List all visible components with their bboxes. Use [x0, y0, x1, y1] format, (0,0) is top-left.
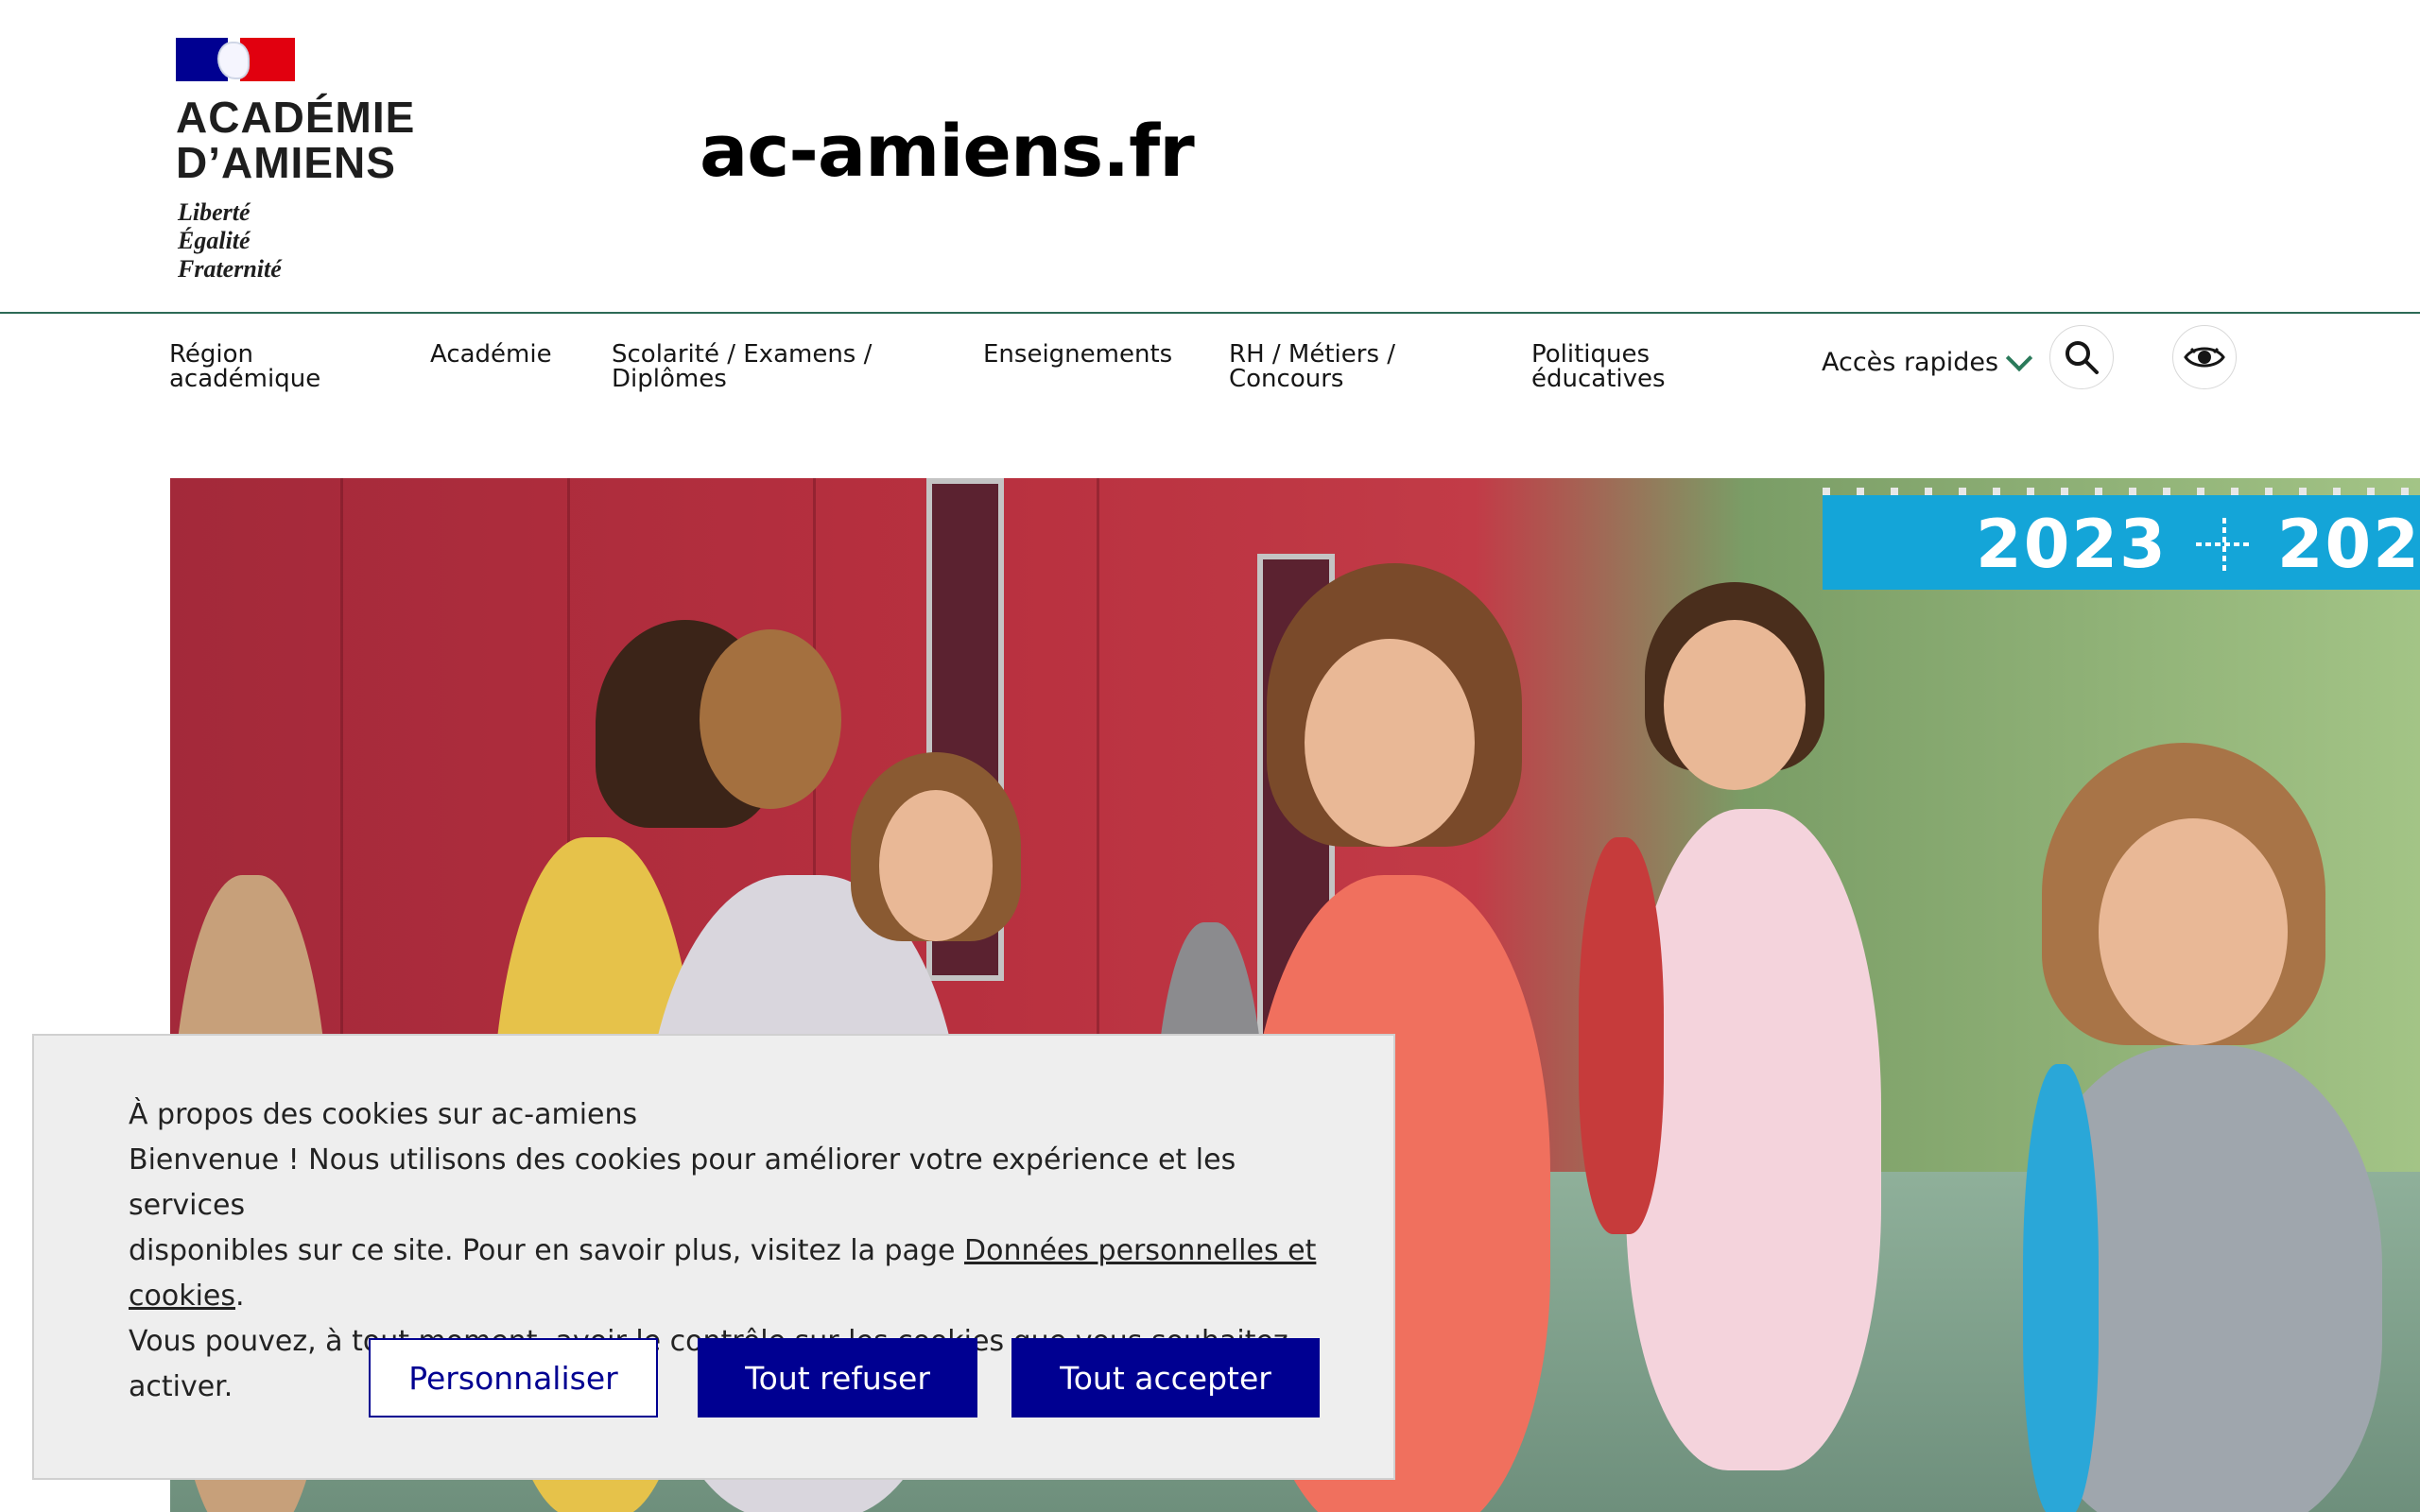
site-title[interactable]: ac-amiens.fr — [700, 109, 1195, 194]
logo-name: ACADÉMIE D’AMIENS — [176, 94, 415, 185]
arrow-right-icon — [2195, 518, 2249, 571]
nav-item-label: Concours — [1229, 365, 1344, 393]
chevron-down-icon — [2005, 344, 2033, 371]
child-face — [879, 790, 993, 941]
customize-button[interactable]: Personnaliser — [369, 1338, 658, 1418]
nav-item-academie[interactable]: Académie — [430, 342, 552, 367]
nav-item-label: Enseignements — [983, 340, 1173, 369]
child-face — [700, 629, 841, 809]
nav-item-label: Politiques — [1531, 340, 1651, 369]
nav-item-enseignements[interactable]: Enseignements — [983, 342, 1172, 367]
motto-fraternite: Fraternité — [178, 255, 282, 283]
cookie-title: À propos des cookies sur ac-amiens — [129, 1098, 638, 1131]
nav-item-region-academique[interactable]: Région académique — [169, 342, 320, 391]
marianne-icon — [217, 42, 250, 79]
quick-access-label: Accès rapides — [1822, 348, 1999, 377]
accessibility-button[interactable] — [2172, 325, 2237, 389]
nav-item-label: éducatives — [1531, 365, 1666, 393]
eye-icon — [2184, 347, 2225, 368]
nav-item-rh-metiers[interactable]: RH / Métiers / Concours — [1229, 342, 1395, 391]
cookie-line2-text: disponibles sur ce site. Pour en savoir … — [129, 1234, 964, 1267]
nav-item-label: Région — [169, 340, 254, 369]
accept-all-button[interactable]: Tout accepter — [1011, 1338, 1320, 1418]
banner-year-start: 2023 — [1976, 506, 2168, 583]
main-navigation: Région académique Académie Scolarité / E… — [0, 314, 2420, 418]
cookie-line2-end: . — [235, 1280, 245, 1313]
academy-logo[interactable]: ACADÉMIE D’AMIENS Liberté Égalité Frater… — [176, 38, 431, 288]
nav-item-label: Académie — [430, 340, 552, 369]
banner-year-end: 2024 — [2276, 506, 2420, 583]
backpack — [1579, 837, 1664, 1234]
nav-item-label: académique — [169, 365, 321, 393]
child-face — [2099, 818, 2288, 1045]
motto-liberte: Liberté — [178, 198, 251, 226]
nav-item-scolarite[interactable]: Scolarité / Examens / Diplômes — [612, 342, 872, 391]
banner-dots — [1823, 488, 2420, 495]
nav-item-politiques[interactable]: Politiques éducatives — [1531, 342, 1666, 391]
logo-motto: Liberté Égalité Fraternité — [178, 198, 282, 284]
search-button[interactable] — [2049, 325, 2114, 389]
french-flag-icon — [176, 38, 295, 81]
logo-name-line2: D’AMIENS — [176, 138, 396, 187]
search-icon — [2066, 341, 2099, 374]
cookie-consent-banner: À propos des cookies sur ac-amiens Bienv… — [32, 1034, 1395, 1480]
nav-item-label: Diplômes — [612, 365, 727, 393]
nav-item-label: RH / Métiers / — [1229, 340, 1396, 369]
cookie-line2: disponibles sur ce site. Pour en savoir … — [129, 1228, 1357, 1319]
child-figure — [1626, 809, 1881, 1470]
site-header: ACADÉMIE D’AMIENS Liberté Égalité Frater… — [0, 0, 2420, 314]
motto-egalite: Égalité — [178, 227, 251, 254]
nav-item-label: Scolarité / Examens / — [612, 340, 873, 369]
child-face — [1305, 639, 1475, 847]
cookie-line1: Bienvenue ! Nous utilisons des cookies p… — [129, 1143, 1236, 1222]
logo-name-line1: ACADÉMIE — [176, 93, 416, 142]
reject-all-button[interactable]: Tout refuser — [698, 1338, 977, 1418]
year-banner-text: 2023 2024 — [1976, 510, 2420, 578]
backpack — [2023, 1064, 2099, 1512]
quick-access-button[interactable]: Accès rapides — [1822, 344, 2033, 377]
child-face — [1664, 620, 1806, 790]
